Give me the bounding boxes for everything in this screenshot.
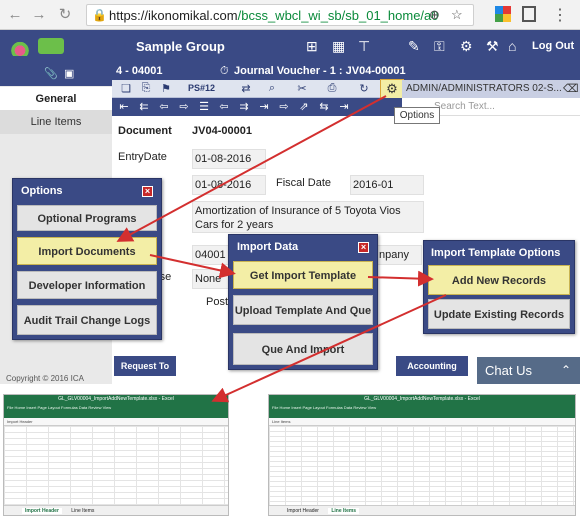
arrow-template-to-add (367, 270, 434, 287)
arrow-import-to-template (149, 254, 236, 279)
arrow-add-to-excel (211, 294, 447, 403)
arrow-gear-to-import (116, 95, 387, 242)
annotation-arrows (116, 95, 447, 403)
